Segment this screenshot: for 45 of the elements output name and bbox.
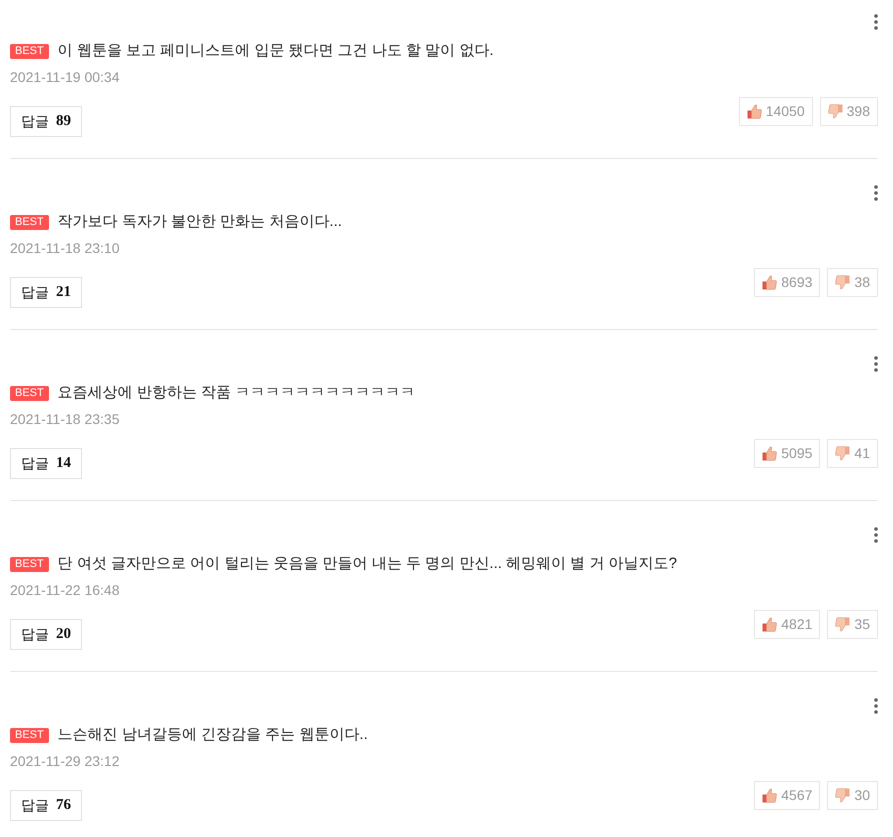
reply-button[interactable]: 답글 20 [10, 619, 82, 650]
thumbs-down-icon [828, 104, 843, 119]
like-button[interactable]: 5095 [754, 439, 820, 468]
like-button[interactable]: 8693 [754, 268, 820, 297]
best-badge: BEST [10, 44, 49, 58]
comment-text: 이 웹툰을 보고 페미니스트에 입문 됐다면 그건 나도 할 말이 없다. [58, 40, 494, 61]
like-button[interactable]: 4567 [754, 781, 820, 810]
thumbs-up-icon [746, 104, 762, 119]
comment-date: 2021-11-18 23:35 [10, 410, 120, 429]
like-button[interactable]: 14050 [738, 97, 813, 126]
comment-text: 요즘세상에 반항하는 작품 ㅋㅋㅋㅋㅋㅋㅋㅋㅋㅋㅋㅋ [58, 382, 416, 403]
dislike-button[interactable]: 35 [827, 610, 878, 639]
reply-button[interactable]: 답글 76 [10, 790, 82, 821]
reply-button[interactable]: 답글 21 [10, 277, 82, 308]
comment-text: 느슨해진 남녀갈등에 긴장감을 주는 웹툰이다.. [58, 724, 368, 745]
comment-text: 작가보다 독자가 불안한 만화는 처음이다... [58, 212, 342, 232]
comment-date: 2021-11-29 23:12 [10, 752, 120, 771]
dislike-button[interactable]: 41 [827, 439, 878, 468]
thumbs-down-icon [835, 788, 850, 803]
more-options-icon[interactable] [874, 698, 878, 714]
thumbs-up-icon [762, 788, 778, 803]
thumbs-down-icon [835, 275, 850, 290]
dislike-button[interactable]: 38 [827, 268, 878, 297]
like-button[interactable]: 4821 [754, 610, 820, 639]
dislike-button[interactable]: 398 [820, 97, 878, 126]
best-badge: BEST [10, 556, 49, 572]
comment-date: 2021-11-22 16:48 [10, 581, 120, 600]
reply-button[interactable]: 답글 89 [10, 106, 82, 137]
best-badge: BEST [10, 728, 49, 742]
reply-button[interactable]: 답글 14 [10, 448, 82, 479]
best-badge: BEST [10, 214, 49, 230]
thumbs-up-icon [762, 446, 778, 461]
more-options-icon[interactable] [874, 356, 878, 372]
comment-text: 단 여섯 글자만으로 어이 털리는 웃음을 만들어 내는 두 명의 만신... 헤밍웨이 별 거 아닐지도? [58, 554, 677, 574]
more-options-icon[interactable] [874, 14, 878, 30]
thumbs-up-icon [762, 617, 778, 632]
more-options-icon[interactable] [874, 185, 878, 201]
comment-date: 2021-11-19 00:34 [10, 68, 120, 87]
comment-date: 2021-11-18 23:10 [10, 239, 120, 258]
dislike-button[interactable]: 30 [827, 781, 878, 810]
more-options-icon[interactable] [874, 527, 878, 543]
best-badge: BEST [10, 386, 49, 400]
thumbs-up-icon [762, 275, 778, 290]
thumbs-down-icon [835, 446, 850, 461]
thumbs-down-icon [835, 617, 850, 632]
